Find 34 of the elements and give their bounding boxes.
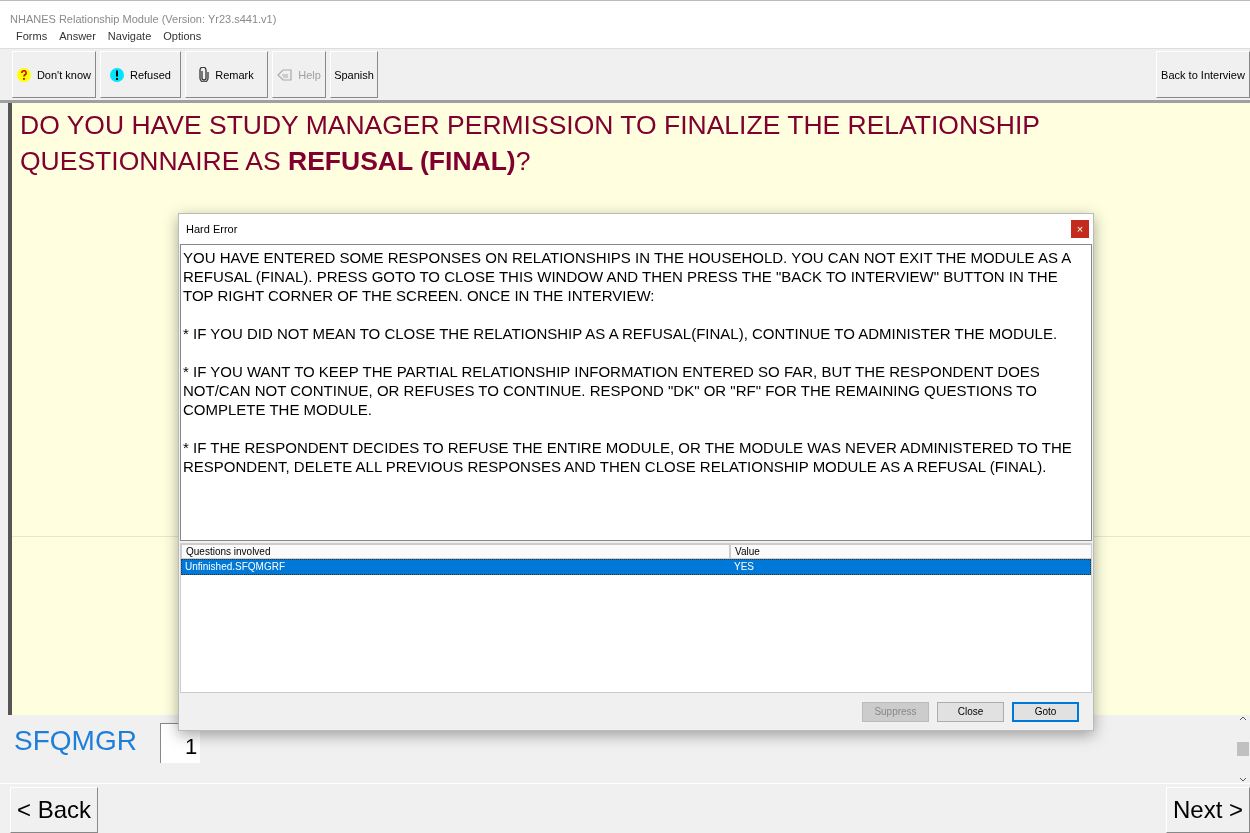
- dialog-title: Hard Error: [186, 223, 238, 235]
- back-to-interview-button[interactable]: Back to Interview: [1156, 51, 1250, 98]
- dialog-button[interactable]: Close: [937, 701, 1004, 722]
- question-text: DO YOU HAVE STUDY MANAGER PERMISSION TO FINALIZE THE RELATIONSHIP QUESTIONNAIRE AS REFUSAL (FINAL)?: [20, 109, 1041, 178]
- table-cell-text: Unfinished.SFQMGRF: [184, 560, 287, 574]
- paperclip-icon: [199, 67, 210, 82]
- toolbar-button[interactable]: Remark: [185, 51, 268, 98]
- message-paragraph: YOU HAVE ENTERED SOME RESPONSES ON RELATIONSHIPS IN THE HOUSEHOLD. YOU CAN NOT EXIT THE MODULE AS A REFUSAL (FINAL). PRESS GOTO TO CLOSE THIS WINDOW AND THEN PRESS THE "BACK TO INTERVIEW" BUTTON IN THE TOP RIGHT CORNER OF THE SCREEN. ONCE IN THE INTERVIEW:: [183, 248, 1072, 305]
- message-paragraph: * IF YOU WANT TO KEEP THE PARTIAL RELATIONSHIP INFORMATION ENTERED SO FAR, BUT THE RESPONDENT DOES NOT/CAN NOT CONTINUE, OR REFUSES TO CONTINUE. RESPOND "DK" OR "RF" FOR THE REMAINING QUESTIONS TO COMPLETE THE MODULE.: [183, 362, 1041, 419]
- scrollbar[interactable]: [1236, 715, 1250, 783]
- menu-item[interactable]: Options: [163, 30, 202, 48]
- dialog-button[interactable]: Goto: [1012, 701, 1079, 722]
- column-header[interactable]: Questions involved: [181, 544, 730, 559]
- column-header[interactable]: Value: [730, 544, 1092, 559]
- question-icon: [17, 67, 31, 82]
- tag-icon: [277, 68, 293, 81]
- close-button[interactable]: ×: [1071, 220, 1089, 238]
- exclamation-icon: [110, 67, 124, 82]
- menu-item[interactable]: Navigate: [107, 30, 152, 48]
- scroll-down-icon[interactable]: [1239, 777, 1247, 783]
- menu-item[interactable]: Answer: [59, 30, 96, 48]
- message-paragraph: * IF YOU DID NOT MEAN TO CLOSE THE RELATIONSHIP AS A REFUSAL(FINAL), CONTINUE TO ADMINISTER THE MODULE.: [183, 324, 1059, 343]
- window-title: NHANES Relationship Module (Version: Yr23.s441.v1): [0, 0, 1250, 30]
- toolbar-button[interactable]: Spanish: [330, 51, 378, 98]
- toolbar-button[interactable]: Don't know: [12, 51, 96, 98]
- menu-item[interactable]: Forms: [16, 30, 48, 48]
- scroll-up-icon[interactable]: [1239, 715, 1247, 721]
- next-button[interactable]: Next >: [1165, 787, 1250, 833]
- field-name: SFQMGR: [14, 725, 138, 757]
- message-paragraph: * IF THE RESPONDENT DECIDES TO REFUSE THE ENTIRE MODULE, OR THE MODULE WAS NEVER ADMINISTERED TO THE RESPONDENT, DELETE ALL PREVIOUS RESPONSES AND THEN CLOSE RELATIONSHIP MODULE AS A REFUSAL (FINAL).: [183, 438, 1073, 476]
- back-button[interactable]: < Back: [10, 787, 99, 833]
- toolbar-button[interactable]: Refused: [100, 51, 181, 98]
- table-cell-text: YES: [733, 560, 755, 574]
- table-row[interactable]: Unfinished.SFQMGRF YES: [181, 559, 1091, 575]
